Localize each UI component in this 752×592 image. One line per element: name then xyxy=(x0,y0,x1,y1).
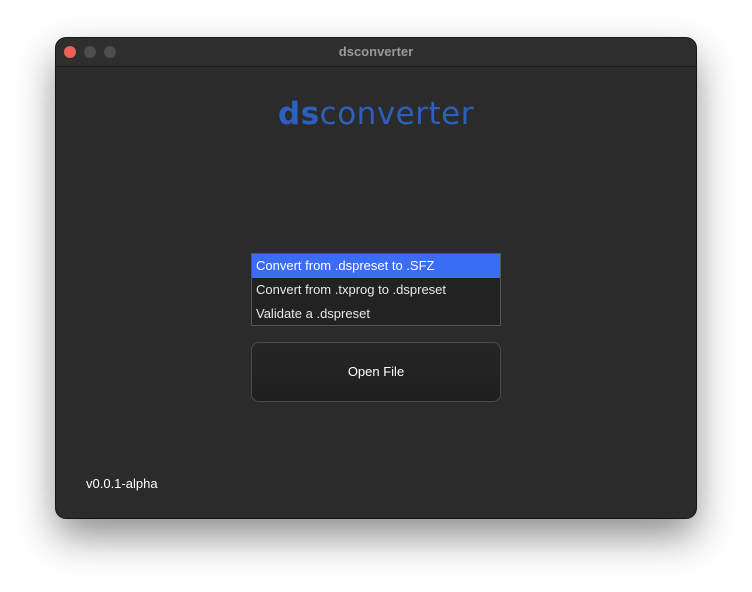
title-bar: dsconverter xyxy=(56,38,696,67)
list-item-txprog-to-dspreset[interactable]: Convert from .txprog to .dspreset xyxy=(252,278,500,302)
app-window: dsconverter dsconverter Convert from .ds… xyxy=(56,38,696,518)
logo-bold-text: ds xyxy=(278,96,320,132)
window-title: dsconverter xyxy=(338,44,414,59)
conversion-list[interactable]: Convert from .dspreset to .SFZ Convert f… xyxy=(251,253,501,326)
logo-light-text: converter xyxy=(319,96,474,132)
version-label: v0.0.1-alpha xyxy=(86,476,158,491)
list-item-dspreset-to-sfz[interactable]: Convert from .dspreset to .SFZ xyxy=(252,254,500,278)
app-logo: dsconverter xyxy=(56,96,696,132)
list-item-validate-dspreset[interactable]: Validate a .dspreset xyxy=(252,302,500,326)
open-file-button[interactable]: Open File xyxy=(251,342,501,402)
